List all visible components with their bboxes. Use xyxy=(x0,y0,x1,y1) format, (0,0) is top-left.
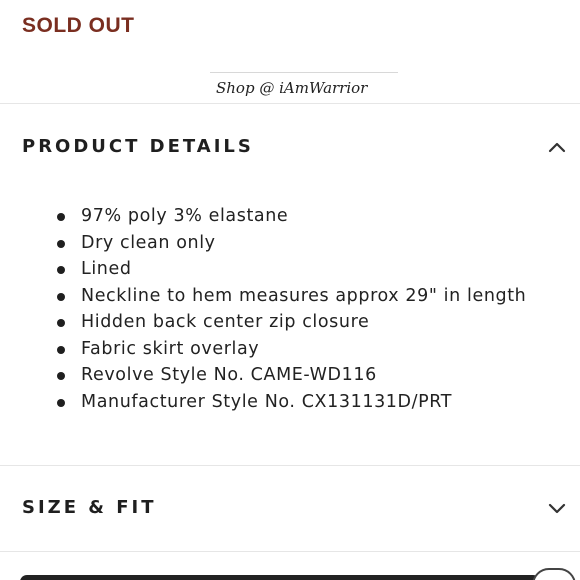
watermark-text: Shop @ iAmWarrior xyxy=(216,79,368,97)
list-item: Manufacturer Style No. CX131131D/PRT xyxy=(54,389,526,416)
bullet-icon xyxy=(57,239,65,248)
add-to-bag-button[interactable] xyxy=(20,575,540,580)
size-fit-title[interactable]: SIZE & FIT xyxy=(22,497,157,518)
list-item: Dry clean only xyxy=(54,230,526,257)
bullet-icon xyxy=(57,345,65,354)
chat-button[interactable] xyxy=(532,568,576,580)
product-details-list: 97% poly 3% elastane Dry clean only Line… xyxy=(54,203,526,415)
watermark: Shop @ iAmWarrior xyxy=(210,72,398,101)
list-item-text: 97% poly 3% elastane xyxy=(81,206,289,226)
product-details-title[interactable]: PRODUCT DETAILS xyxy=(22,136,254,157)
list-item-text: Manufacturer Style No. CX131131D/PRT xyxy=(81,391,453,412)
list-item: Neckline to hem measures approx 29" in l… xyxy=(54,283,526,310)
divider xyxy=(0,551,580,552)
bullet-icon xyxy=(57,319,65,327)
list-item-text: Neckline to hem measures approx 29" in l… xyxy=(81,285,527,306)
sold-out-label: SOLD OUT xyxy=(22,14,135,37)
bullet-icon xyxy=(57,398,65,407)
list-item: Lined xyxy=(54,256,526,283)
chevron-up-icon[interactable] xyxy=(546,136,568,158)
list-item: Fabric skirt overlay xyxy=(54,336,526,363)
list-item: 97% poly 3% elastane xyxy=(54,203,526,230)
list-item-text: Revolve Style No. CAME-WD116 xyxy=(81,365,377,385)
bullet-icon xyxy=(57,372,65,380)
list-item-text: Hidden back center zip closure xyxy=(81,312,370,332)
bullet-icon xyxy=(57,213,65,221)
divider xyxy=(0,465,580,466)
list-item: Hidden back center zip closure xyxy=(54,309,526,336)
divider xyxy=(0,103,580,104)
bullet-icon xyxy=(57,292,65,301)
list-item-text: Fabric skirt overlay xyxy=(81,338,260,359)
list-item-text: Dry clean only xyxy=(81,232,216,253)
list-item-text: Lined xyxy=(81,259,132,279)
chevron-down-icon[interactable] xyxy=(546,497,568,519)
list-item: Revolve Style No. CAME-WD116 xyxy=(54,362,526,389)
bullet-icon xyxy=(57,266,65,274)
